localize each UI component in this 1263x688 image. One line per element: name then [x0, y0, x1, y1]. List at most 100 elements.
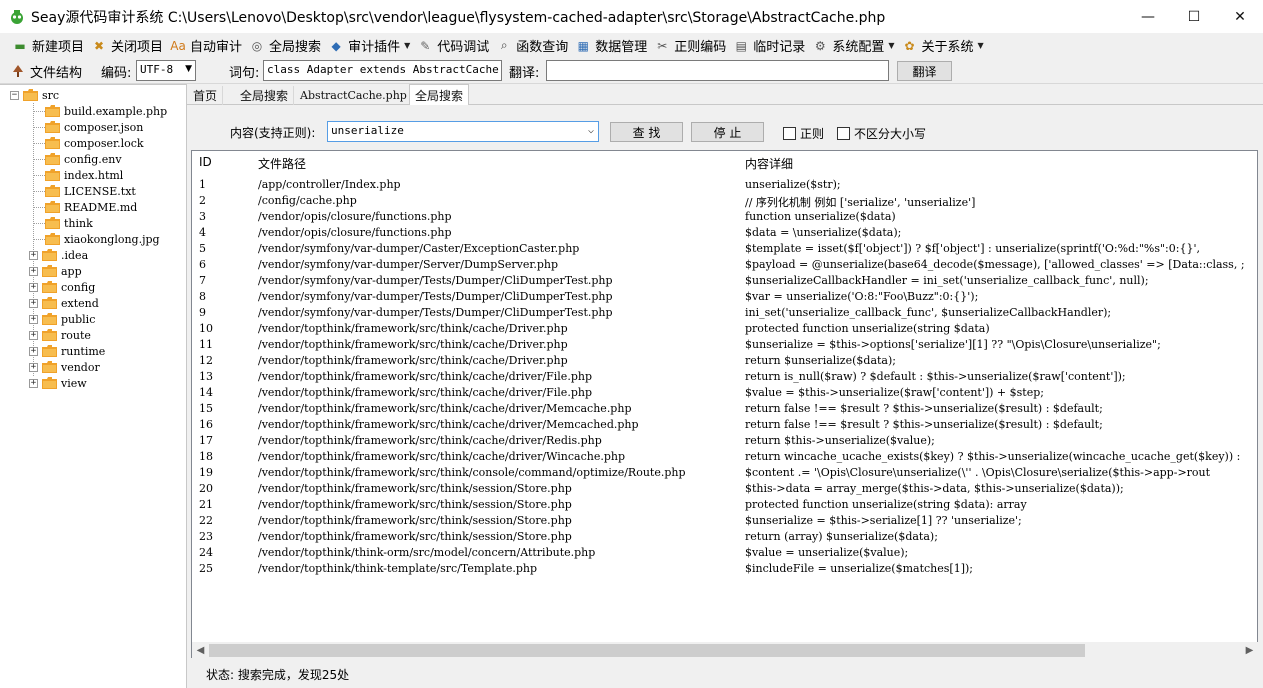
- table-row[interactable]: 10/vendor/topthink/framework/src/think/c…: [192, 321, 1257, 337]
- table-row[interactable]: 14/vendor/topthink/framework/src/think/c…: [192, 385, 1257, 401]
- table-row[interactable]: 16/vendor/topthink/framework/src/think/c…: [192, 417, 1257, 433]
- table-row[interactable]: 23/vendor/topthink/framework/src/think/s…: [192, 529, 1257, 545]
- expand-toggle-icon[interactable]: +: [29, 298, 38, 308]
- tree-file-item[interactable]: think: [45, 215, 93, 231]
- table-row[interactable]: 20/vendor/topthink/framework/src/think/s…: [192, 481, 1257, 497]
- file-tree[interactable]: − src build.example.php composer.json compos…: [0, 84, 187, 688]
- table-row[interactable]: 12/vendor/topthink/framework/src/think/c…: [192, 353, 1257, 369]
- tab-global-search-1[interactable]: 全局搜索: [235, 86, 295, 105]
- scrollbar-thumb[interactable]: [209, 644, 1085, 657]
- column-header-detail[interactable]: 内容详细: [745, 155, 793, 172]
- expand-toggle-icon[interactable]: +: [29, 346, 38, 356]
- tree-folder-item[interactable]: + app: [29, 263, 82, 279]
- menu-auto-audit[interactable]: Aa 自动审计: [168, 35, 247, 57]
- menu-global-search[interactable]: ◎ 全局搜索: [247, 35, 326, 57]
- chevron-down-icon[interactable]: ▼: [978, 41, 984, 50]
- table-row[interactable]: 3/vendor/opis/closure/functions.php funct…: [192, 209, 1257, 225]
- tree-file-item[interactable]: LICENSE.txt: [45, 183, 136, 199]
- translate-input[interactable]: [546, 60, 889, 81]
- expand-toggle-icon[interactable]: +: [29, 330, 38, 340]
- tree-folder-item[interactable]: + runtime: [29, 343, 105, 359]
- translate-button[interactable]: 翻译: [897, 61, 952, 81]
- tree-file-item[interactable]: composer.json: [45, 119, 143, 135]
- regex-checkbox[interactable]: 正则: [783, 125, 824, 142]
- scroll-right-icon[interactable]: ▶: [1241, 642, 1258, 659]
- table-row[interactable]: 6/vendor/symfony/var-dumper/Server/DumpS…: [192, 257, 1257, 273]
- table-row[interactable]: 9/vendor/symfony/var-dumper/Tests/Dumper…: [192, 305, 1257, 321]
- menu-new-project[interactable]: ▬ 新建项目: [10, 35, 89, 57]
- table-row[interactable]: 25/vendor/topthink/think-template/src/Te…: [192, 561, 1257, 577]
- tree-root-src[interactable]: − src: [10, 87, 59, 103]
- close-window-button[interactable]: ✕: [1217, 0, 1263, 33]
- chevron-down-icon[interactable]: ▼: [404, 41, 410, 50]
- menu-plugin[interactable]: ◆ 审计插件 ▼: [326, 35, 415, 57]
- menu-about[interactable]: ✿ 关于系统 ▼: [899, 35, 988, 57]
- table-row[interactable]: 18/vendor/topthink/framework/src/think/c…: [192, 449, 1257, 465]
- table-row[interactable]: 4/vendor/opis/closure/functions.php $data…: [192, 225, 1257, 241]
- minimize-button[interactable]: —: [1125, 0, 1171, 33]
- tree-file-item[interactable]: xiaokonglong.jpg: [45, 231, 160, 247]
- tree-file-item[interactable]: composer.lock: [45, 135, 144, 151]
- encoding-select[interactable]: UTF-8 ▼: [136, 60, 196, 81]
- menu-debug[interactable]: ✎ 代码调试: [415, 35, 494, 57]
- menu-function-search[interactable]: ⌕ 函数查询: [494, 35, 573, 57]
- tree-folder-item[interactable]: + extend: [29, 295, 99, 311]
- tree-folder-item[interactable]: + .idea: [29, 247, 88, 263]
- table-row[interactable]: 13/vendor/topthink/framework/src/think/c…: [192, 369, 1257, 385]
- find-button[interactable]: 查 找: [610, 122, 683, 142]
- menu-regex[interactable]: ✂ 正则编码: [652, 35, 731, 57]
- expand-toggle-icon[interactable]: +: [29, 362, 38, 372]
- table-row[interactable]: 22/vendor/topthink/framework/src/think/s…: [192, 513, 1257, 529]
- expand-toggle-icon[interactable]: +: [29, 282, 38, 292]
- column-header-id[interactable]: ID: [199, 155, 212, 169]
- tree-folder-item[interactable]: + config: [29, 279, 95, 295]
- tree-file-item[interactable]: build.example.php: [45, 103, 167, 119]
- menu-close-project[interactable]: ✖ 关闭项目: [89, 35, 168, 57]
- cell-path: /vendor/topthink/framework/src/think/cac…: [258, 338, 568, 351]
- menu-notes[interactable]: ▤ 临时记录: [731, 35, 810, 57]
- tree-folder-item[interactable]: + vendor: [29, 359, 100, 375]
- expand-toggle-icon[interactable]: −: [10, 90, 19, 100]
- expand-toggle-icon[interactable]: +: [29, 266, 38, 276]
- horizontal-scrollbar[interactable]: ◀ ▶: [192, 642, 1258, 659]
- table-row[interactable]: 11/vendor/topthink/framework/src/think/c…: [192, 337, 1257, 353]
- table-row[interactable]: 5/vendor/symfony/var-dumper/Caster/Excep…: [192, 241, 1257, 257]
- tree-folder-item[interactable]: + view: [29, 375, 87, 391]
- cell-path: /vendor/topthink/think-template/src/Temp…: [258, 562, 538, 575]
- tree-folder-item[interactable]: + route: [29, 327, 91, 343]
- expand-toggle-icon[interactable]: +: [29, 378, 38, 388]
- tree-file-item[interactable]: README.md: [45, 199, 137, 215]
- results-list[interactable]: ID 文件路径 内容详细 1/app/controller/Index.php u…: [191, 150, 1258, 658]
- expand-toggle-icon[interactable]: +: [29, 314, 38, 324]
- tree-folder-item[interactable]: + public: [29, 311, 95, 327]
- table-row[interactable]: 24/vendor/topthink/think-orm/src/model/c…: [192, 545, 1257, 561]
- chevron-down-icon[interactable]: ▼: [888, 41, 894, 50]
- tab-abstractcache[interactable]: AbstractCache.php: [295, 86, 413, 105]
- table-row[interactable]: 17/vendor/topthink/framework/src/think/c…: [192, 433, 1257, 449]
- table-row[interactable]: 21/vendor/topthink/framework/src/think/s…: [192, 497, 1257, 513]
- cell-path: /vendor/symfony/var-dumper/Caster/Except…: [258, 242, 580, 255]
- table-row[interactable]: 19/vendor/topthink/framework/src/think/c…: [192, 465, 1257, 481]
- stop-button[interactable]: 停 止: [691, 122, 764, 142]
- file-structure-button[interactable]: 文件结构: [11, 58, 82, 84]
- scroll-left-icon[interactable]: ◀: [192, 642, 209, 659]
- tree-item-label: app: [61, 264, 82, 278]
- maximize-button[interactable]: ☐: [1171, 0, 1217, 33]
- lexicon-input[interactable]: class Adapter extends AbstractCache: [263, 60, 502, 81]
- expand-toggle-icon[interactable]: +: [29, 250, 38, 260]
- search-query-combo[interactable]: unserialize ⌵: [327, 121, 599, 142]
- table-row[interactable]: 15/vendor/topthink/framework/src/think/c…: [192, 401, 1257, 417]
- table-row[interactable]: 8/vendor/symfony/var-dumper/Tests/Dumper…: [192, 289, 1257, 305]
- menu-gear[interactable]: ⚙ 系统配置 ▼: [810, 35, 899, 57]
- ignore-case-checkbox[interactable]: 不区分大小写: [837, 125, 926, 142]
- tree-file-item[interactable]: config.env: [45, 151, 122, 167]
- column-header-path[interactable]: 文件路径: [258, 155, 306, 172]
- cell-path: /vendor/symfony/var-dumper/Tests/Dumper/…: [258, 274, 613, 287]
- table-row[interactable]: 2/config/cache.php // 序列化机制 例如 ['serializ…: [192, 193, 1257, 209]
- table-row[interactable]: 7/vendor/symfony/var-dumper/Tests/Dumper…: [192, 273, 1257, 289]
- table-row[interactable]: 1/app/controller/Index.php unserialize($s…: [192, 177, 1257, 193]
- tab-global-search-2[interactable]: 全局搜索: [409, 84, 470, 106]
- menu-database[interactable]: ▦ 数据管理: [573, 35, 652, 57]
- tab-home[interactable]: 首页: [188, 86, 224, 105]
- tree-file-item[interactable]: index.html: [45, 167, 123, 183]
